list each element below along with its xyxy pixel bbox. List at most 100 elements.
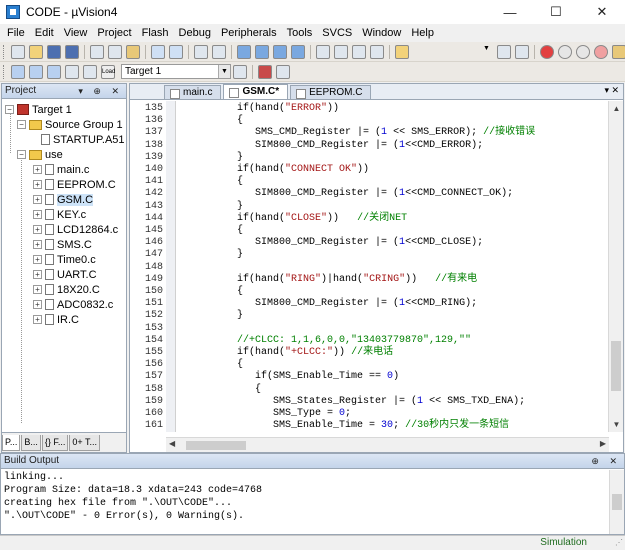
expand-icon[interactable]: + (33, 285, 42, 294)
menu-file[interactable]: File (2, 27, 30, 39)
tree-node-use[interactable]: − use (17, 147, 63, 162)
panel-pin-close-icon[interactable]: ⊕ ✕ (591, 454, 621, 468)
tab-templates[interactable]: 0+ T... (69, 435, 100, 451)
tab-gsm-c[interactable]: GSM.C* (223, 84, 289, 99)
copy-icon[interactable] (108, 44, 122, 59)
menu-view[interactable]: View (59, 27, 93, 39)
save-all-icon[interactable] (65, 44, 79, 59)
tab-functions[interactable]: {} F... (41, 435, 69, 451)
bookmark-icon[interactable] (237, 44, 251, 59)
uncomment-icon[interactable] (370, 44, 384, 59)
redo-icon[interactable] (169, 44, 183, 59)
expand-icon[interactable]: + (33, 195, 42, 204)
cut-icon[interactable] (90, 44, 104, 59)
tree-file-uart-c[interactable]: + UART.C (33, 267, 97, 282)
scroll-left-icon[interactable]: ◀ (169, 439, 175, 448)
expand-icon[interactable]: + (33, 210, 42, 219)
menu-window[interactable]: Window (357, 27, 406, 39)
menu-svcs[interactable]: SVCS (317, 27, 357, 39)
find-in-files-icon[interactable] (395, 44, 409, 59)
kill-breakpoints-icon[interactable] (594, 44, 608, 59)
code-text-area[interactable]: if(hand("ERROR")) { SMS_CMD_Register |= … (177, 101, 609, 432)
file-extensions-icon[interactable] (276, 64, 290, 79)
tab-main-c[interactable]: main.c (164, 85, 222, 99)
fold-margin[interactable] (166, 101, 176, 432)
menu-edit[interactable]: Edit (30, 27, 59, 39)
next-bookmark-icon[interactable] (273, 44, 287, 59)
build-output-text[interactable]: linking... Program Size: data=18.3 xdata… (4, 471, 604, 523)
expand-icon[interactable]: + (33, 315, 42, 324)
vertical-scrollbar[interactable]: ▲ ▼ (608, 101, 623, 432)
menu-debug[interactable]: Debug (174, 27, 216, 39)
scroll-thumb[interactable] (186, 441, 246, 450)
target-select[interactable]: Target 1 ▼ (121, 64, 231, 79)
minimize-button[interactable]: — (487, 0, 533, 24)
paste-icon[interactable] (126, 44, 140, 59)
menu-project[interactable]: Project (92, 27, 136, 39)
close-tab-icon[interactable]: ▾ ✕ (604, 85, 619, 96)
scroll-thumb[interactable] (611, 341, 621, 391)
disable-breakpoint-icon[interactable] (576, 44, 590, 59)
clear-bookmarks-icon[interactable] (291, 44, 305, 59)
build-icon[interactable] (29, 64, 43, 79)
chevron-down-icon[interactable]: ▼ (218, 65, 230, 78)
breakpoint-icon[interactable] (558, 44, 572, 59)
tree-file-time0-c[interactable]: + Time0.c (33, 252, 96, 267)
find-combo-dropdown-icon[interactable]: ▼ (483, 45, 493, 59)
unindent-icon[interactable] (334, 44, 348, 59)
load-icon[interactable]: Load (101, 64, 115, 79)
menu-flash[interactable]: Flash (137, 27, 174, 39)
debug-session-icon[interactable] (540, 44, 554, 59)
indent-icon[interactable] (316, 44, 330, 59)
batch-build-icon[interactable] (65, 64, 79, 79)
tree-file-startup[interactable]: STARTUP.A51 (41, 132, 125, 147)
tree-node-target[interactable]: − Target 1 (5, 102, 72, 117)
menu-tools[interactable]: Tools (282, 27, 318, 39)
tree-file-main-c[interactable]: + main.c (33, 162, 89, 177)
collapse-icon[interactable]: − (5, 105, 14, 114)
build-output-scrollbar[interactable] (609, 470, 624, 534)
nav-forward-icon[interactable] (212, 44, 226, 59)
tree-file-sms-c[interactable]: + SMS.C (33, 237, 92, 252)
tab-books[interactable]: B... (21, 435, 41, 451)
tree-node-source-group-1[interactable]: − Source Group 1 (17, 117, 123, 132)
tree-file-ir-c[interactable]: + IR.C (33, 312, 79, 327)
scroll-thumb[interactable] (612, 494, 622, 510)
expand-icon[interactable]: + (33, 180, 42, 189)
toolbar-grip[interactable] (3, 44, 6, 59)
expand-icon[interactable]: + (33, 240, 42, 249)
scroll-right-icon[interactable]: ▶ (600, 439, 606, 448)
incremental-find-icon[interactable] (515, 44, 529, 59)
close-button[interactable]: ✕ (579, 0, 625, 24)
save-icon[interactable] (47, 44, 61, 59)
toolbar-grip[interactable] (3, 64, 6, 79)
expand-icon[interactable]: + (33, 270, 42, 279)
collapse-icon[interactable]: − (17, 150, 26, 159)
resize-grip-icon[interactable]: ⋰ (615, 538, 623, 547)
expand-icon[interactable]: + (33, 300, 42, 309)
tree-file-gsm-c[interactable]: + GSM.C (33, 192, 94, 207)
tab-project[interactable]: P... (2, 435, 21, 451)
open-folder-icon[interactable] (29, 44, 43, 59)
expand-icon[interactable]: + (33, 225, 42, 234)
stop-build-icon[interactable] (83, 64, 97, 79)
expand-icon[interactable]: + (33, 255, 42, 264)
new-file-icon[interactable] (11, 44, 25, 59)
scroll-down-icon[interactable]: ▼ (609, 417, 624, 432)
scroll-up-icon[interactable]: ▲ (609, 101, 624, 116)
translate-icon[interactable] (11, 64, 25, 79)
expand-icon[interactable]: + (33, 165, 42, 174)
manage-components-icon[interactable] (258, 64, 272, 79)
configure-icon[interactable] (612, 44, 625, 59)
horizontal-scrollbar[interactable]: ◀ ▶ (166, 437, 609, 452)
prev-bookmark-icon[interactable] (255, 44, 269, 59)
nav-back-icon[interactable] (194, 44, 208, 59)
panel-pin-close-icon[interactable]: ▾ ⊕ ✕ (78, 84, 123, 98)
tree-file-adc0832-c[interactable]: + ADC0832.c (33, 297, 113, 312)
undo-icon[interactable] (151, 44, 165, 59)
comment-icon[interactable] (352, 44, 366, 59)
tree-file-18x20-c[interactable]: + 18X20.C (33, 282, 100, 297)
tree-file-eeprom-c[interactable]: + EEPROM.C (33, 177, 116, 192)
target-options-icon[interactable] (233, 64, 247, 79)
menu-help[interactable]: Help (406, 27, 439, 39)
